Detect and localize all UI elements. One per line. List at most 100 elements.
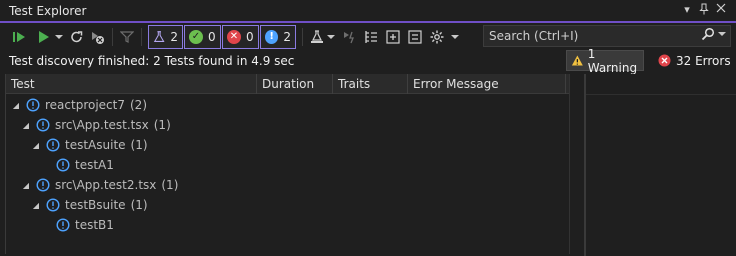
divider [586, 94, 736, 95]
chevron-down-icon [55, 35, 63, 39]
tree-row-count: (1) [130, 138, 148, 152]
close-icon[interactable] [714, 3, 728, 17]
failed-tests-counter[interactable]: ✕ 0 [222, 25, 259, 49]
column-header-error-message[interactable]: Error Message [408, 74, 566, 94]
total-count: 2 [170, 30, 178, 44]
tree-row[interactable]: testA1 [41, 155, 114, 175]
tree-row-count: (1) [130, 198, 148, 212]
playlist-dropdown-button[interactable] [326, 27, 336, 47]
settings-dropdown-button[interactable] [450, 27, 460, 47]
tree-row-label: testBsuite [65, 198, 126, 212]
filter-button[interactable] [118, 27, 136, 47]
cancel-button[interactable] [88, 27, 106, 47]
not-run-icon [26, 98, 40, 112]
search-options[interactable] [701, 27, 726, 41]
dropdown-icon[interactable]: ▾ [680, 3, 694, 17]
column-header-duration[interactable]: Duration [257, 74, 333, 94]
not-run-count: 2 [283, 30, 291, 44]
test-detail-pane [584, 74, 736, 256]
info-icon: ! [265, 30, 279, 44]
error-count: 32 Errors [676, 53, 731, 68]
status-bar: Test discovery finished: 2 Tests found i… [0, 47, 736, 75]
tree-row-count: (2) [130, 98, 147, 112]
not-run-icon [46, 138, 60, 152]
pin-icon[interactable] [697, 3, 711, 17]
tree-row-label: testB1 [75, 218, 114, 232]
tree-row-label: src\App.test2.tsx [55, 178, 157, 192]
total-tests-counter[interactable]: 2 [148, 25, 183, 49]
error-icon [658, 54, 671, 67]
tree-row-label: reactproject7 [45, 98, 125, 112]
expand-all-icon [386, 30, 400, 44]
repeat-icon [71, 31, 83, 43]
passed-tests-counter[interactable]: ✓ 0 [184, 25, 221, 49]
column-header-traits[interactable]: Traits [333, 74, 408, 94]
run-after-build-button[interactable] [340, 27, 358, 47]
passed-count: 0 [208, 30, 216, 44]
window-title: Test Explorer [9, 4, 87, 18]
tree-row-label: src\App.test.tsx [55, 118, 149, 132]
search-icon [701, 27, 715, 41]
separator [141, 28, 142, 46]
tree-row[interactable]: ◢ reactproject7 (2) [11, 95, 147, 115]
chevron-down-icon [718, 32, 726, 36]
flask-icon [153, 31, 165, 42]
tree-row[interactable]: ◢ testBsuite (1) [31, 195, 148, 215]
cancel-run-icon [92, 32, 104, 44]
expander-icon[interactable]: ◢ [11, 101, 21, 110]
title-bar: Test Explorer ▾ [0, 0, 736, 23]
check-icon: ✓ [189, 30, 203, 44]
run-all-button[interactable] [10, 27, 28, 47]
run-button[interactable] [34, 27, 52, 47]
tree-row[interactable]: ◢ src\App.test2.tsx (1) [21, 175, 178, 195]
column-header-test[interactable]: Test [6, 74, 257, 94]
chevron-down-icon [451, 35, 459, 39]
playlist-button[interactable] [308, 27, 326, 47]
gear-icon [430, 30, 444, 44]
expander-icon[interactable]: ◢ [21, 121, 31, 130]
tree-row-count: (1) [161, 178, 179, 192]
repeat-last-run-button[interactable] [68, 27, 86, 47]
test-list: Test Duration Traits Error Message ◢ rea… [5, 74, 583, 254]
separator [302, 28, 303, 46]
not-run-icon [46, 198, 60, 212]
discovery-status: Test discovery finished: 2 Tests found i… [9, 54, 295, 68]
warning-badge[interactable]: 1 Warning [566, 47, 644, 75]
warning-count: 1 Warning [587, 46, 638, 75]
expander-icon[interactable]: ◢ [31, 201, 41, 210]
run-dropdown-button[interactable] [54, 27, 64, 47]
warning-icon [571, 55, 583, 66]
collapse-all-icon [408, 30, 422, 44]
lightning-run-icon [344, 31, 354, 44]
chevron-down-icon [327, 35, 335, 39]
expander-icon[interactable]: ◢ [21, 181, 31, 190]
search-input[interactable]: Search (Ctrl+I) [483, 25, 731, 47]
collapse-all-button[interactable] [406, 27, 424, 47]
play-icon [39, 31, 49, 43]
run-all-icon [13, 32, 25, 42]
x-icon: ✕ [227, 30, 241, 44]
hierarchy-icon [365, 31, 377, 43]
grid-header: Test Duration Traits Error Message [6, 74, 581, 94]
group-by-button[interactable] [362, 27, 380, 47]
not-run-icon [56, 218, 70, 232]
not-run-icon [36, 178, 50, 192]
settings-button[interactable] [428, 27, 446, 47]
tree-row-count: (1) [153, 118, 171, 132]
expand-all-button[interactable] [384, 27, 402, 47]
expander-icon[interactable]: ◢ [31, 141, 41, 150]
not-run-tests-counter[interactable]: ! 2 [260, 25, 296, 49]
tree-row[interactable]: ◢ testAsuite (1) [31, 135, 148, 155]
search-placeholder: Search (Ctrl+I) [489, 29, 579, 43]
tree-row[interactable]: ◢ src\App.test.tsx (1) [21, 115, 171, 135]
separator [112, 28, 113, 46]
playlist-icon [311, 30, 323, 43]
not-run-icon [56, 158, 70, 172]
tree-row[interactable]: testB1 [41, 215, 114, 235]
tree-row-label: testAsuite [65, 138, 126, 152]
filter-icon [120, 31, 134, 43]
error-badge[interactable]: 32 Errors [652, 50, 732, 71]
vertical-scrollbar[interactable] [569, 74, 583, 254]
failed-count: 0 [246, 30, 254, 44]
tree-row-label: testA1 [75, 158, 114, 172]
